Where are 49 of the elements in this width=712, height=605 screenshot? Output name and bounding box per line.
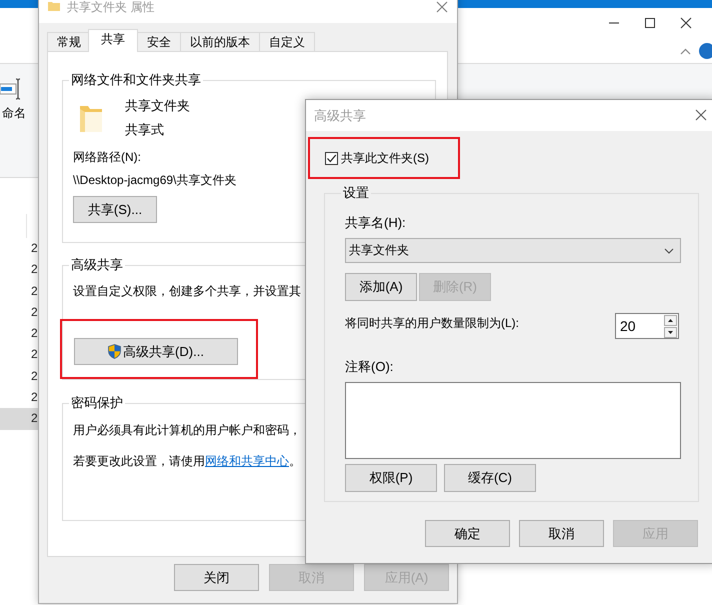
path-label: 网络路径(N): [73,149,141,166]
file-row[interactable]: 2 [0,366,40,388]
settings-note: 若要更改此设置，请使用网络和共享中心。 [73,453,301,470]
checkbox[interactable] [325,152,338,164]
shield-icon [108,344,122,359]
network-center-link[interactable]: 网络和共享中心 [205,454,289,468]
group-title: 设置 [342,184,370,202]
file-row[interactable]: 2 [0,259,40,281]
description-text: 用户必须具有此计算机的用户帐户和密码， [73,422,301,439]
file-row[interactable]: 2 [0,280,40,302]
group-title: 高级共享 [70,256,124,274]
collapse-icon[interactable] [680,48,691,55]
checkbox-label[interactable]: 共享此文件夹(S) [341,150,429,166]
user-limit-label: 将同时共享的用户数量限制为(L): [345,315,519,332]
share-status: 共享式 [125,121,164,139]
folder-icon [79,103,103,133]
close-icon[interactable] [695,109,707,121]
dialog-button[interactable]: 取消 [519,520,604,547]
network-path: \\Desktop-jacmg69\共享文件夹 [73,172,236,189]
tab[interactable]: 自定义 [259,32,315,52]
file-row[interactable]: 2 [0,344,40,366]
folder-name: 共享文件夹 [125,97,190,115]
spin-down-icon[interactable] [664,326,677,338]
dialog-button[interactable]: 确定 [425,520,510,547]
file-row[interactable]: 2 [0,408,40,430]
rename-label[interactable]: 命名 [2,106,26,120]
window-title: 高级共享 [314,107,366,125]
dialog-button[interactable]: 权限(P) [345,464,437,492]
dialog-button[interactable]: 关闭 [174,564,259,591]
file-row[interactable]: 2 [0,302,40,324]
tab[interactable]: 共享 [88,29,138,52]
description-text: 设置自定义权限，创建多个共享，并设置其 [73,283,301,300]
dialog-button[interactable]: 添加(A) [345,273,417,301]
share-button[interactable]: 共享(S)... [73,196,157,223]
file-row[interactable]: 2 [0,387,40,408]
folder-icon [48,1,60,11]
comment-label: 注释(O): [345,358,394,376]
advanced-sharing-button[interactable]: 高级共享(D)... [74,338,238,365]
comment-field[interactable] [345,382,681,459]
group-title: 网络文件和文件夹共享 [70,71,202,89]
window-title: 共享文件夹 属性 [67,0,154,16]
share-name-label: 共享名(H): [345,214,407,232]
file-row[interactable]: 2 [0,323,40,344]
file-row[interactable]: 2 [0,238,40,260]
dialog-button[interactable]: 缓存(C) [444,464,536,492]
chevron-down-icon [664,248,674,254]
spin-up-icon[interactable] [664,314,677,326]
group-title: 密码保护 [70,394,124,412]
share-name-dropdown[interactable]: 共享文件夹 [345,238,681,263]
